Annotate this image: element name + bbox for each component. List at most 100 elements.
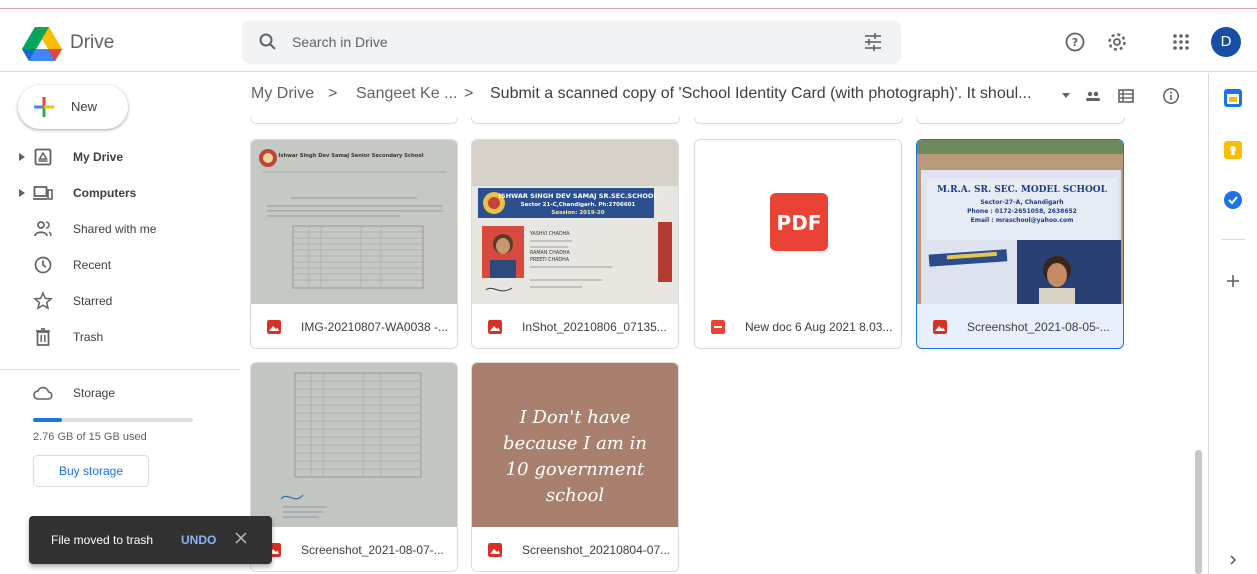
storage-label: Storage — [73, 386, 116, 400]
top-border — [0, 0, 1257, 9]
model-school-email: Email : mraschool@yahoo.com — [971, 217, 1074, 224]
snackbar-message: File moved to trash — [51, 533, 154, 547]
search-options-icon[interactable] — [863, 32, 883, 52]
account-avatar[interactable]: D — [1211, 27, 1241, 57]
breadcrumb-item-my-drive[interactable]: My Drive — [251, 85, 314, 103]
sidebar-item-computers[interactable]: Computers — [0, 177, 240, 209]
file-card[interactable]: Ishwar Singh Dev Samaj Senior Secondary … — [250, 139, 458, 349]
sidebar-item-starred[interactable]: Starred — [0, 285, 240, 317]
quote-line: I Don't have — [519, 407, 631, 428]
expand-panel-chevron-icon[interactable] — [1227, 554, 1239, 566]
id-card-thumbnail: ISHWAR SINGH DEV SAMAJ SR.SEC.SCHOOL Sec… — [472, 140, 678, 304]
pdf-thumbnail-label: PDF — [777, 211, 822, 235]
sidebar-item-my-drive[interactable]: My Drive — [0, 141, 240, 173]
model-school-sector: Sector-27-A, Chandigarh — [980, 199, 1063, 206]
image-file-icon — [933, 320, 947, 334]
id-card-school-address: Sector 21-C,Chandigarh. Ph:2706601 — [521, 202, 636, 208]
file-thumbnail[interactable]: PDF — [695, 140, 901, 304]
sidebar-item-trash[interactable]: Trash — [0, 321, 240, 353]
file-name: Screenshot_2021-08-05-... — [967, 320, 1110, 334]
id-card-session: Session: 2019-20 — [551, 210, 604, 216]
previous-row-card[interactable] — [694, 117, 903, 124]
quote-line: school — [546, 485, 605, 506]
plus-icon — [34, 97, 54, 117]
file-card[interactable]: ISHWAR SINGH DEV SAMAJ SR.SEC.SCHOOL Sec… — [471, 139, 679, 349]
expand-caret-icon[interactable] — [18, 188, 26, 198]
pdf-thumbnail: PDF — [770, 193, 828, 251]
trash-icon — [36, 328, 50, 346]
sidebar-item-label: Shared with me — [73, 222, 157, 236]
file-thumbnail[interactable]: ISHWAR SINGH DEV SAMAJ SR.SEC.SCHOOL Sec… — [472, 140, 678, 304]
file-name: InShot_20210806_07135... — [522, 320, 667, 334]
sidebar-divider — [0, 369, 240, 370]
file-name: New doc 6 Aug 2021 8.03... — [745, 320, 893, 334]
quote-image-thumbnail: I Don't have because I am in 10 governme… — [472, 363, 678, 527]
rail-divider — [1221, 239, 1245, 240]
undo-button[interactable]: UNDO — [181, 533, 216, 547]
buy-storage-button[interactable]: Buy storage — [33, 455, 149, 487]
file-name: Screenshot_20210804-07... — [522, 543, 671, 557]
sidebar-item-label: Computers — [73, 186, 137, 200]
breadcrumb-item-folder[interactable]: Sangeet Ke ... — [356, 85, 457, 103]
cloud-icon — [33, 386, 53, 400]
file-name: Screenshot_2021-08-07-... — [301, 543, 444, 557]
search-icon[interactable] — [258, 32, 278, 52]
file-thumbnail[interactable] — [251, 363, 457, 527]
vertical-scrollbar[interactable] — [1195, 450, 1202, 574]
file-name: IMG-20210807-WA0038 -... — [301, 320, 448, 334]
search-box[interactable]: Search in Drive — [242, 20, 901, 64]
file-card[interactable]: PDF New doc 6 Aug 2021 8.03... — [694, 139, 902, 349]
share-people-icon[interactable] — [1084, 87, 1102, 105]
model-school-name: M.R.A. SR. SEC. MODEL SCHOOL — [937, 185, 1108, 195]
help-icon[interactable]: ? — [1063, 30, 1087, 54]
storage-used-text: 2.76 GB of 15 GB used — [33, 431, 147, 443]
tasks-icon[interactable] — [1224, 191, 1242, 209]
quote-line: because I am in — [503, 433, 647, 454]
folder-menu-dropdown-icon[interactable] — [1060, 89, 1072, 101]
pdf-file-icon — [711, 320, 725, 334]
file-card[interactable]: I Don't have because I am in 10 governme… — [471, 362, 679, 572]
list-view-icon[interactable] — [1117, 87, 1135, 105]
file-grid: Ishwar Singh Dev Samaj Senior Secondary … — [240, 117, 1208, 574]
file-thumbnail[interactable]: I Don't have because I am in 10 governme… — [472, 363, 678, 527]
snackbar: File moved to trash UNDO — [29, 516, 272, 564]
add-addon-plus-icon[interactable] — [1225, 273, 1241, 289]
expand-caret-icon[interactable] — [18, 152, 26, 162]
app-header: Drive Search in Drive ? D — [0, 10, 1257, 72]
apps-grid-icon[interactable] — [1169, 30, 1193, 54]
info-icon[interactable] — [1162, 87, 1180, 105]
file-thumbnail[interactable]: M.R.A. SR. SEC. MODEL SCHOOL Sector-27-A… — [917, 140, 1123, 304]
drive-logo-icon[interactable] — [22, 27, 62, 61]
file-card[interactable]: Screenshot_2021-08-07-... — [250, 362, 458, 572]
brand-name[interactable]: Drive — [70, 32, 114, 54]
sidebar: New My Drive Computers Shared with me Re… — [0, 73, 240, 574]
sidebar-item-label: Trash — [73, 330, 104, 344]
id-card-mother-name: PREETI CHADHA — [530, 257, 570, 263]
search-placeholder[interactable]: Search in Drive — [292, 34, 388, 50]
new-button[interactable]: New — [18, 85, 128, 129]
sidebar-item-label: Starred — [73, 294, 113, 308]
shared-icon — [34, 221, 52, 237]
file-card-selected[interactable]: M.R.A. SR. SEC. MODEL SCHOOL Sector-27-A… — [916, 139, 1124, 349]
file-thumbnail[interactable]: Ishwar Singh Dev Samaj Senior Secondary … — [251, 140, 457, 304]
sidebar-item-recent[interactable]: Recent — [0, 249, 240, 281]
drive-icon — [34, 148, 52, 166]
close-icon[interactable] — [234, 531, 248, 545]
previous-row-card[interactable] — [916, 117, 1125, 124]
breadcrumb: My Drive > Sangeet Ke ... > Submit a sca… — [240, 73, 1208, 117]
sidebar-item-shared-with-me[interactable]: Shared with me — [0, 213, 240, 245]
quote-line: 10 government — [506, 459, 645, 480]
table-document-thumbnail — [251, 363, 457, 527]
keep-notes-icon[interactable] — [1224, 141, 1242, 159]
breadcrumb-separator: > — [464, 85, 474, 102]
calendar-icon[interactable] — [1224, 89, 1242, 107]
id-card-student-name: YASHVI CHADHA — [529, 231, 570, 237]
new-button-label: New — [71, 99, 98, 114]
sidebar-item-storage[interactable]: Storage — [0, 377, 240, 409]
previous-row-card[interactable] — [250, 117, 458, 124]
sidebar-item-label: Recent — [73, 258, 112, 272]
model-school-phone: Phone : 0172-2651058, 2638652 — [967, 208, 1077, 215]
settings-gear-icon[interactable] — [1105, 30, 1129, 54]
breadcrumb-current-folder[interactable]: Submit a scanned copy of 'School Identit… — [490, 85, 1032, 103]
previous-row-card[interactable] — [471, 117, 680, 124]
